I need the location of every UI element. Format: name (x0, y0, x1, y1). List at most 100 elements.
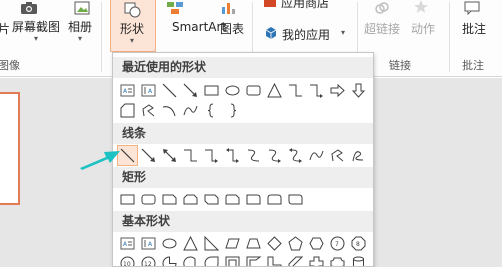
pictures-button[interactable]: 片 (0, 2, 10, 42)
pentagon-shape[interactable] (286, 234, 305, 253)
screenshot-dropdown-icon: ▾ (34, 34, 39, 43)
smartart-icon (166, 1, 184, 18)
shapes-label: 形状 (120, 22, 145, 36)
freeform-shape[interactable] (139, 101, 158, 120)
group-label-comments: 批注 (462, 59, 484, 72)
plaque-shape[interactable] (328, 254, 347, 266)
arrow-line-shape[interactable] (181, 81, 200, 100)
textbox-shape[interactable]: A (118, 234, 137, 253)
round-same-side-corner-rectangle-shape[interactable] (265, 190, 284, 209)
arc-shape[interactable] (160, 101, 179, 120)
screenshot-button[interactable]: 屏幕截图 ▾ (12, 0, 64, 50)
teardrop-shape[interactable] (202, 254, 221, 266)
comment-label: 批注 (462, 22, 487, 36)
section-header-rectangles: 矩形 (113, 167, 373, 188)
diamond-shape[interactable] (265, 234, 284, 253)
decagon-shape[interactable]: 10 (118, 254, 137, 267)
trapezoid-shape[interactable] (244, 234, 263, 253)
rectangle-shape[interactable] (202, 81, 221, 100)
svg-text:10: 10 (123, 261, 131, 267)
snip-same-side-corner-rectangle-shape[interactable] (181, 190, 200, 209)
shapes-button[interactable]: 形状 ▾ (110, 0, 156, 52)
chord-shape[interactable] (181, 254, 200, 266)
snip-diagonal-corner-rectangle-shape[interactable] (202, 190, 221, 209)
elbow-connector-shape[interactable] (286, 81, 305, 100)
link-icon (374, 1, 390, 18)
chart-label: 图表 (220, 22, 245, 36)
frame-shape[interactable] (223, 254, 242, 266)
svg-text:12: 12 (144, 261, 152, 267)
rectangle-shape[interactable] (118, 190, 137, 209)
snip-rectangle-shape[interactable] (118, 101, 137, 120)
office-store-button[interactable]: 应用商店 (262, 0, 342, 16)
store-label: 应用商店 (281, 0, 330, 10)
shapes-icon (123, 1, 143, 22)
elbow-double-arrow-connector-shape[interactable] (223, 146, 242, 165)
arrow-shape[interactable] (139, 146, 158, 165)
right-brace-shape[interactable] (223, 101, 242, 120)
comment-icon (464, 1, 480, 18)
elbow-connector-shape[interactable] (181, 146, 200, 165)
right-arrow-shape[interactable] (328, 81, 347, 100)
diagonal-stripe-shape[interactable] (286, 254, 305, 266)
pie-shape[interactable] (160, 254, 179, 266)
album-label: 相册 (68, 20, 93, 34)
freeform-shape[interactable] (328, 146, 347, 165)
line-shape[interactable] (160, 81, 179, 100)
textbox-shape[interactable]: A (118, 81, 137, 100)
rounded-rectangle-shape[interactable] (139, 190, 158, 209)
shapes-gallery-dropdown: 最近使用的形状 A A 线条 矩形 基本形状 A A 7 8 10 12 (112, 52, 374, 267)
rounded-rectangle-shape[interactable] (244, 81, 263, 100)
basic-shapes-row-1: A A 7 8 (118, 234, 368, 253)
can-shape[interactable] (349, 254, 368, 266)
dodecagon-shape[interactable]: 12 (139, 254, 158, 267)
chart-icon (220, 1, 238, 18)
photo-album-button[interactable]: 相册 ▾ (68, 0, 96, 50)
vertical-textbox-shape[interactable]: A (139, 81, 158, 100)
round-single-corner-rectangle-shape[interactable] (244, 190, 263, 209)
right-triangle-shape[interactable] (202, 234, 221, 253)
curve-shape[interactable] (307, 146, 326, 165)
down-arrow-shape[interactable] (349, 81, 368, 100)
curved-double-arrow-connector-shape[interactable] (286, 146, 305, 165)
scribble-shape[interactable] (349, 146, 368, 165)
hexagon-shape[interactable] (307, 234, 326, 253)
round-diagonal-corner-rectangle-shape[interactable] (286, 190, 305, 209)
double-arrow-shape[interactable] (160, 146, 179, 165)
curved-connector-shape[interactable] (244, 146, 263, 165)
cross-shape[interactable] (307, 254, 326, 266)
heptagon-shape[interactable]: 7 (328, 234, 347, 253)
hyperlink-button[interactable]: 超链接 (362, 0, 402, 50)
slide-thumbnail-frame[interactable] (0, 92, 20, 205)
svg-text:A: A (123, 241, 128, 248)
my-apps-dropdown-icon: ▾ (341, 28, 346, 37)
parallelogram-shape[interactable] (223, 234, 242, 253)
snip-and-round-corner-rectangle-shape[interactable] (223, 190, 242, 209)
hyperlink-label: 超链接 (364, 22, 401, 36)
svg-text:7: 7 (335, 241, 339, 248)
album-dropdown-icon: ▾ (78, 34, 83, 43)
my-apps-button[interactable]: 我的应用 ▾ (262, 24, 352, 42)
action-button[interactable]: 动作 (408, 0, 438, 50)
pictures-button-label: 片 (0, 22, 11, 36)
vertical-textbox-shape[interactable]: A (139, 234, 158, 253)
elbow-arrow-connector-shape[interactable] (307, 81, 326, 100)
isosceles-triangle-shape[interactable] (181, 234, 200, 253)
l-shape[interactable] (265, 254, 284, 266)
curved-arrow-connector-shape[interactable] (265, 146, 284, 165)
elbow-arrow-connector-shape[interactable] (202, 146, 221, 165)
curve-shape[interactable] (181, 101, 200, 120)
rectangles-row (118, 190, 305, 209)
comment-button[interactable]: 批注 (456, 0, 492, 50)
oval-shape[interactable] (223, 81, 242, 100)
octagon-shape[interactable]: 8 (349, 234, 368, 253)
smartart-button[interactable]: SmartArt (160, 0, 226, 50)
snip-single-corner-rectangle-shape[interactable] (160, 190, 179, 209)
oval-shape[interactable] (160, 234, 179, 253)
recent-shapes-row-1: A A (118, 81, 368, 100)
lines-row (117, 145, 368, 166)
chart-button[interactable]: 图表 (214, 0, 246, 50)
triangle-shape[interactable] (265, 81, 284, 100)
half-frame-shape[interactable] (244, 254, 263, 266)
left-brace-shape[interactable] (202, 101, 221, 120)
